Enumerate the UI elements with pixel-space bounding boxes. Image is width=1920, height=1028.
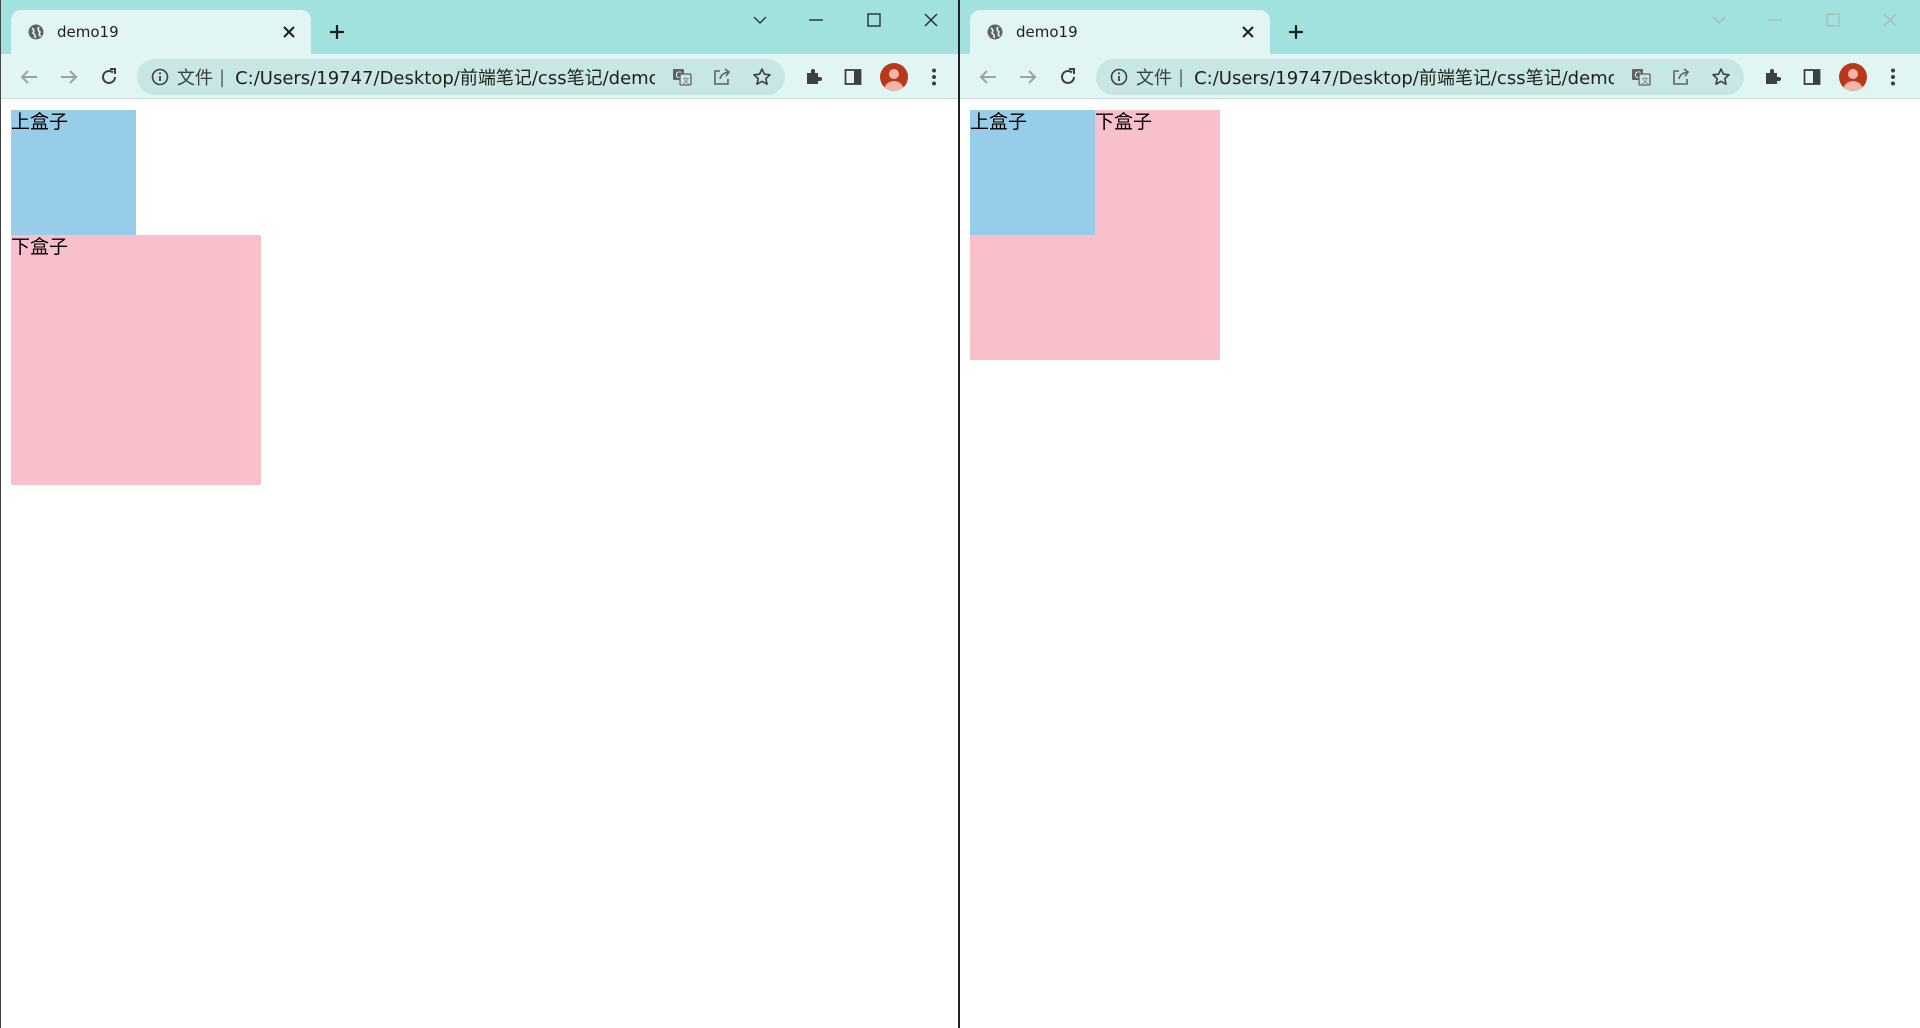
upper-box: 上盒子 xyxy=(970,110,1095,235)
kebab-menu-icon[interactable] xyxy=(1878,62,1908,92)
tab-demo19[interactable]: demo19 xyxy=(11,10,311,54)
translate-icon[interactable]: G文 xyxy=(1628,64,1654,90)
toolbar: 文件 | C:/Users/19747/Desktop/前端笔记/css笔记/d… xyxy=(960,54,1920,99)
tab-title: demo19 xyxy=(1016,23,1078,41)
globe-icon xyxy=(987,24,1003,40)
page-viewport: 下盒子 上盒子 xyxy=(960,100,1920,1028)
maximize-icon[interactable] xyxy=(854,8,894,32)
star-icon[interactable] xyxy=(749,64,775,90)
puzzle-icon[interactable] xyxy=(1757,62,1787,92)
svg-text:文: 文 xyxy=(683,76,690,85)
browser-window-right: demo19 文件 | C:/Users/19747/Desktop/前端笔记/… xyxy=(960,0,1920,1028)
star-icon[interactable] xyxy=(1708,64,1734,90)
plus-icon[interactable] xyxy=(1282,18,1310,46)
upper-box-label: 上盒子 xyxy=(11,111,69,133)
browser-window-left: demo19 文件 | C:/Users/19747/Desktop/前端笔记/… xyxy=(0,0,960,1028)
upper-box: 上盒子 xyxy=(11,110,136,235)
scheme-separator: | xyxy=(219,66,226,88)
back-arrow-icon[interactable] xyxy=(973,62,1003,92)
scheme-separator: | xyxy=(1178,66,1185,88)
translate-icon[interactable]: G文 xyxy=(669,64,695,90)
window-close-icon[interactable] xyxy=(911,8,951,32)
address-bar[interactable]: 文件 | C:/Users/19747/Desktop/前端笔记/css笔记/d… xyxy=(1096,59,1744,95)
forward-arrow-icon[interactable] xyxy=(1013,62,1043,92)
share-icon[interactable] xyxy=(709,64,735,90)
url-text[interactable]: C:/Users/19747/Desktop/前端笔记/css笔记/demo..… xyxy=(235,64,655,90)
chevron-down-icon[interactable] xyxy=(1699,8,1739,32)
tab-title: demo19 xyxy=(57,23,119,41)
back-arrow-icon[interactable] xyxy=(14,62,44,92)
avatar[interactable] xyxy=(880,63,908,91)
avatar[interactable] xyxy=(1839,63,1867,91)
plus-icon[interactable] xyxy=(323,18,351,46)
side-panel-icon[interactable] xyxy=(838,62,868,92)
globe-icon xyxy=(28,24,44,40)
scheme-label: 文件 xyxy=(177,68,213,89)
chevron-down-icon[interactable] xyxy=(740,8,780,32)
close-icon[interactable] xyxy=(279,22,299,42)
address-bar[interactable]: 文件 | C:/Users/19747/Desktop/前端笔记/css笔记/d… xyxy=(137,59,785,95)
info-icon[interactable] xyxy=(1110,68,1128,86)
forward-arrow-icon[interactable] xyxy=(54,62,84,92)
close-icon[interactable] xyxy=(1238,22,1258,42)
reload-icon[interactable] xyxy=(94,62,124,92)
maximize-icon[interactable] xyxy=(1813,8,1853,32)
upper-box-label: 上盒子 xyxy=(970,111,1028,133)
side-panel-icon[interactable] xyxy=(1797,62,1827,92)
lower-box-label: 下盒子 xyxy=(11,236,69,258)
toolbar: 文件 | C:/Users/19747/Desktop/前端笔记/css笔记/d… xyxy=(1,54,958,99)
minimize-icon[interactable] xyxy=(1755,8,1795,32)
svg-text:文: 文 xyxy=(1642,76,1649,85)
kebab-menu-icon[interactable] xyxy=(919,62,949,92)
url-text[interactable]: C:/Users/19747/Desktop/前端笔记/css笔记/demo..… xyxy=(1194,64,1614,90)
lower-box: 下盒子 xyxy=(11,235,261,485)
tab-demo19[interactable]: demo19 xyxy=(970,10,1270,54)
minimize-icon[interactable] xyxy=(796,8,836,32)
info-icon[interactable] xyxy=(151,68,169,86)
scheme-label: 文件 xyxy=(1136,68,1172,89)
puzzle-icon[interactable] xyxy=(798,62,828,92)
title-bar: demo19 xyxy=(1,0,958,54)
title-bar: demo19 xyxy=(960,0,1920,54)
window-close-icon[interactable] xyxy=(1870,8,1910,32)
page-viewport: 上盒子 下盒子 xyxy=(1,100,958,1028)
reload-icon[interactable] xyxy=(1053,62,1083,92)
share-icon[interactable] xyxy=(1668,64,1694,90)
lower-box-label: 下盒子 xyxy=(1095,111,1153,133)
